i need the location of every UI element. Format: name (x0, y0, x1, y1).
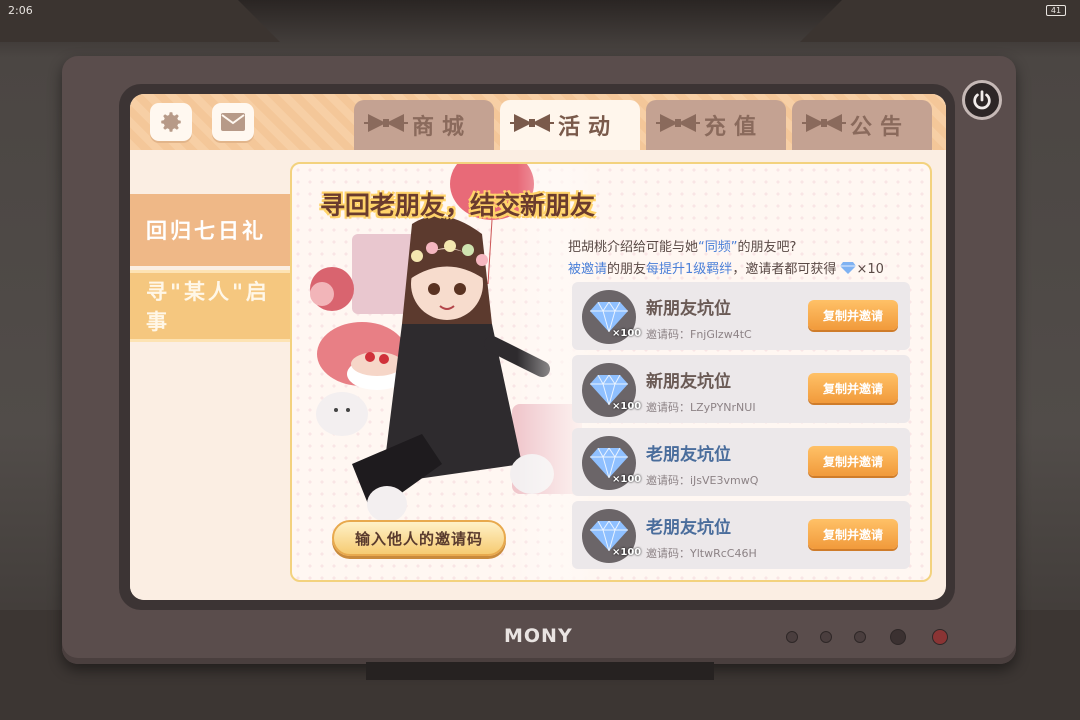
power-icon (973, 90, 991, 110)
slot-title: 新朋友坑位 (646, 372, 731, 392)
monitor-button[interactable] (890, 629, 906, 645)
tab-label: 商城 (411, 115, 472, 140)
panel-headline: 寻回老朋友，结交新朋友 (320, 191, 596, 220)
monitor-button[interactable] (932, 629, 948, 645)
tab-label: 公告 (849, 115, 910, 140)
status-time: 2:06 (8, 4, 33, 17)
invite-code: 邀请码：FnjGlzw4tC (646, 328, 752, 341)
enter-invite-code-button[interactable]: 输入他人的邀请码 (332, 520, 506, 556)
bow-icon (656, 114, 700, 132)
bow-icon (802, 114, 846, 132)
invite-slot: ×100 新朋友坑位 邀请码：LZyPYNrNUI 复制并邀请 (572, 355, 910, 423)
shelf-left (0, 0, 280, 42)
reward-quantity: ×100 (612, 401, 642, 412)
tab-recharge[interactable]: 充值 (646, 100, 786, 150)
mail-button[interactable] (212, 103, 254, 141)
game-screen: 商城 活动 充值 公告 回归七日礼 寻"某人"启事 寻回老朋友，结交新朋友 把胡… (130, 94, 946, 600)
sidebar-item-label: 回归七日礼 (146, 219, 266, 243)
invite-code: 邀请码：LZyPYNrNUI (646, 401, 756, 414)
monitor-led (786, 631, 798, 643)
battery-icon: 41 (1046, 5, 1066, 16)
tab-events[interactable]: 活动 (500, 100, 640, 150)
invite-slot: ×100 老朋友坑位 邀请码：YltwRcC46H 复制并邀请 (572, 501, 910, 569)
settings-button[interactable] (150, 103, 192, 141)
bow-icon (510, 114, 554, 132)
invite-code: 邀请码：iJsVE3vmwQ (646, 474, 759, 487)
reward-quantity: ×100 (612, 474, 642, 485)
mail-icon (221, 113, 245, 131)
copy-invite-button[interactable]: 复制并邀请 (808, 446, 898, 476)
tab-label: 活动 (557, 115, 618, 140)
slot-title: 老朋友坑位 (646, 445, 731, 465)
reward-quantity: ×100 (612, 547, 642, 558)
monitor-led (854, 631, 866, 643)
slot-title: 新朋友坑位 (646, 299, 731, 319)
tab-notice[interactable]: 公告 (792, 100, 932, 150)
tab-shop[interactable]: 商城 (354, 100, 494, 150)
description-line-2: 被邀请的朋友每提升1级羁绊，邀请者都可获得 ×10 (568, 262, 884, 277)
top-bar: 商城 活动 充值 公告 (130, 94, 946, 150)
copy-invite-button[interactable]: 复制并邀请 (808, 300, 898, 330)
tab-label: 充值 (703, 115, 764, 140)
description-line-1: 把胡桃介绍给可能与她“同频”的朋友吧? (568, 240, 797, 255)
monitor-led (820, 631, 832, 643)
monitor-stand (366, 662, 714, 680)
sidebar-item-return-gift[interactable]: 回归七日礼 (130, 194, 290, 266)
invite-code: 邀请码：YltwRcC46H (646, 547, 757, 560)
sidebar-item-find-someone[interactable]: 寻"某人"启事 (130, 270, 290, 342)
event-panel: 寻回老朋友，结交新朋友 把胡桃介绍给可能与她“同频”的朋友吧? 被邀请的朋友每提… (290, 162, 932, 582)
bow-icon (364, 114, 408, 132)
slot-title: 老朋友坑位 (646, 518, 731, 538)
copy-invite-button[interactable]: 复制并邀请 (808, 519, 898, 549)
sidebar: 回归七日礼 寻"某人"启事 (130, 150, 290, 600)
reward-quantity: ×100 (612, 328, 642, 339)
copy-invite-button[interactable]: 复制并邀请 (808, 373, 898, 403)
shelf-right (800, 0, 1080, 42)
power-button[interactable] (962, 80, 1002, 120)
invite-slot: ×100 老朋友坑位 邀请码：iJsVE3vmwQ 复制并邀请 (572, 428, 910, 496)
invite-slot: ×100 新朋友坑位 邀请码：FnjGlzw4tC 复制并邀请 (572, 282, 910, 350)
gear-icon (161, 112, 181, 132)
monitor-brand: MONY (504, 625, 573, 647)
sidebar-item-label: 寻"某人"启事 (146, 280, 270, 334)
diamond-icon (840, 262, 857, 274)
